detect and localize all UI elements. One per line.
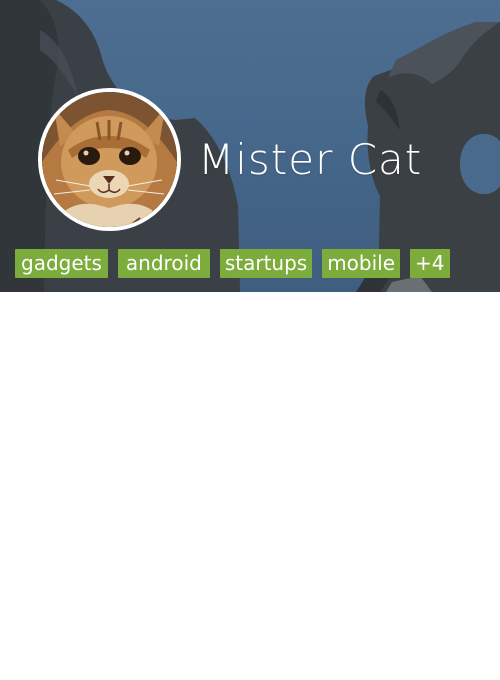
tag-list: gadgets android startups mobile +4 [15, 249, 450, 278]
tag-mobile[interactable]: mobile [322, 249, 401, 278]
profile-row: Mister Cat [38, 88, 422, 231]
tag-gadgets[interactable]: gadgets [15, 249, 108, 278]
tag-startups[interactable]: startups [219, 249, 313, 278]
cat-photo-icon [42, 92, 177, 227]
profile-header: Mister Cat gadgets android startups mobi… [0, 0, 500, 292]
avatar[interactable] [38, 88, 181, 231]
profile-page: Mister Cat gadgets android startups mobi… [0, 0, 500, 680]
tag-more[interactable]: +4 [410, 249, 450, 278]
profile-name: Mister Cat [198, 135, 423, 184]
tag-android[interactable]: android [117, 249, 210, 278]
